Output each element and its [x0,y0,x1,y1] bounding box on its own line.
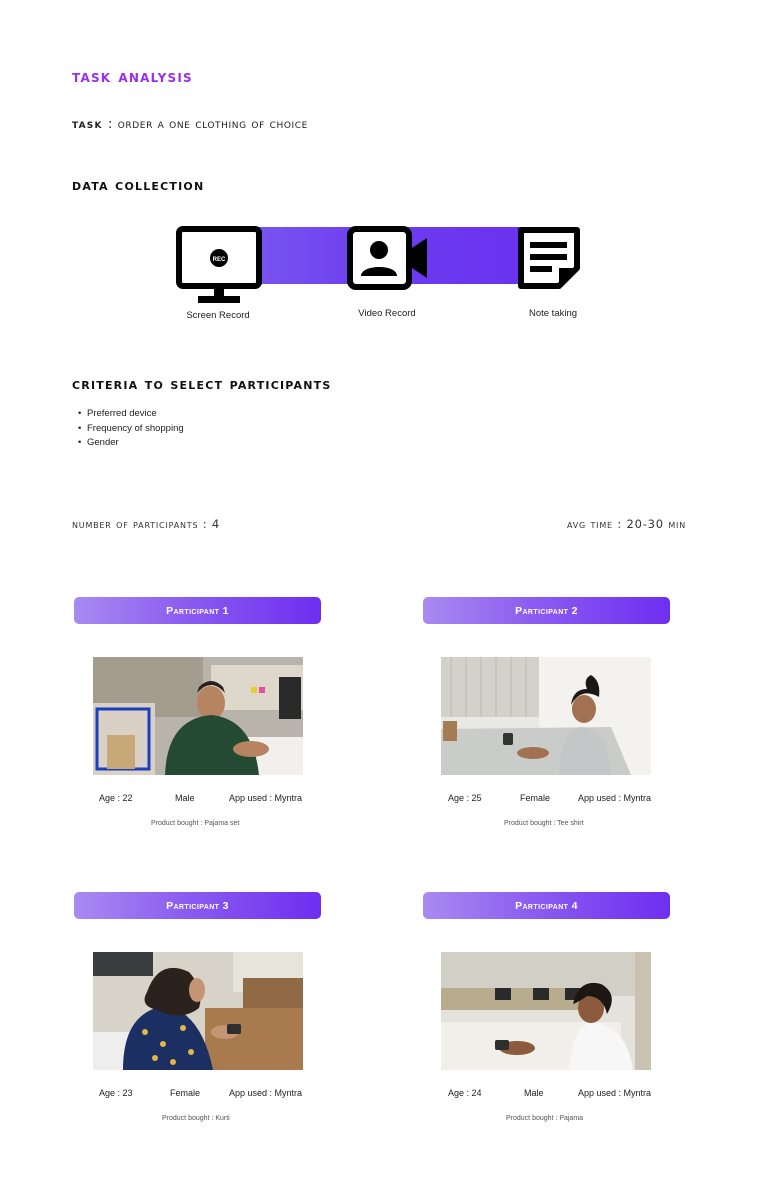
participant-1-photo [93,657,303,775]
participant-1-age: Age : 22 [99,793,133,803]
criteria-item: Preferred device [78,407,184,422]
rec-badge: REC [213,257,226,263]
criteria-item: Gender [78,436,184,451]
video-camera-icon [347,226,429,294]
participant-3-banner: Participant 3 [74,892,321,919]
task-value: : order a one clothing of choice [108,117,308,132]
sticky-note-icon [517,226,581,294]
participant-1-app: App used : Myntra [229,793,303,803]
average-time: avg time : 20-30 min [567,517,686,531]
participant-4-banner: Participant 4 [423,892,670,919]
participant-2-photo [441,657,651,775]
monitor-rec-icon: REC [176,226,262,310]
participant-3-product: Product bought : Kurti [162,1115,230,1122]
participant-3-app: App used : Myntra [229,1088,303,1098]
participant-3-gender: Female [170,1088,201,1098]
participant-1-product: Product bought : Pajama set [151,820,240,827]
participant-2-banner: Participant 2 [423,597,670,624]
participant-3-age: Age : 23 [99,1088,133,1098]
participant-4-photo [441,952,651,1070]
number-of-participants: Number of participants : 4 [72,517,221,531]
criteria-list: Preferred device Frequency of shopping G… [78,407,184,451]
participant-2-age: Age : 25 [448,793,482,803]
participant-3-photo [93,952,303,1070]
video-record-label: Video Record [358,308,416,319]
note-taking-label: Note taking [528,308,578,319]
participant-4-app: App used : Myntra [578,1088,652,1098]
task-label: task [72,117,103,132]
participant-2-product: Product bought : Tee shirt [504,820,584,827]
criteria-item: Frequency of shopping [78,422,184,437]
participant-4-age: Age : 24 [448,1088,482,1098]
participant-2-app: App used : Myntra [578,793,652,803]
task-statement: task : order a one clothing of choice [72,117,308,132]
page-title: task analysis [72,67,193,87]
screen-record-label: Screen Record [186,310,250,321]
participant-4-gender: Male [524,1088,544,1098]
participant-2-gender: Female [520,793,551,803]
participant-1-banner: Participant 1 [74,597,321,624]
criteria-heading: criteria to select participants [72,375,332,393]
data-collection-heading: data collection [72,176,205,194]
participant-4-product: Product bought : Pajama [506,1115,584,1122]
participant-1-gender: Male [175,793,195,803]
